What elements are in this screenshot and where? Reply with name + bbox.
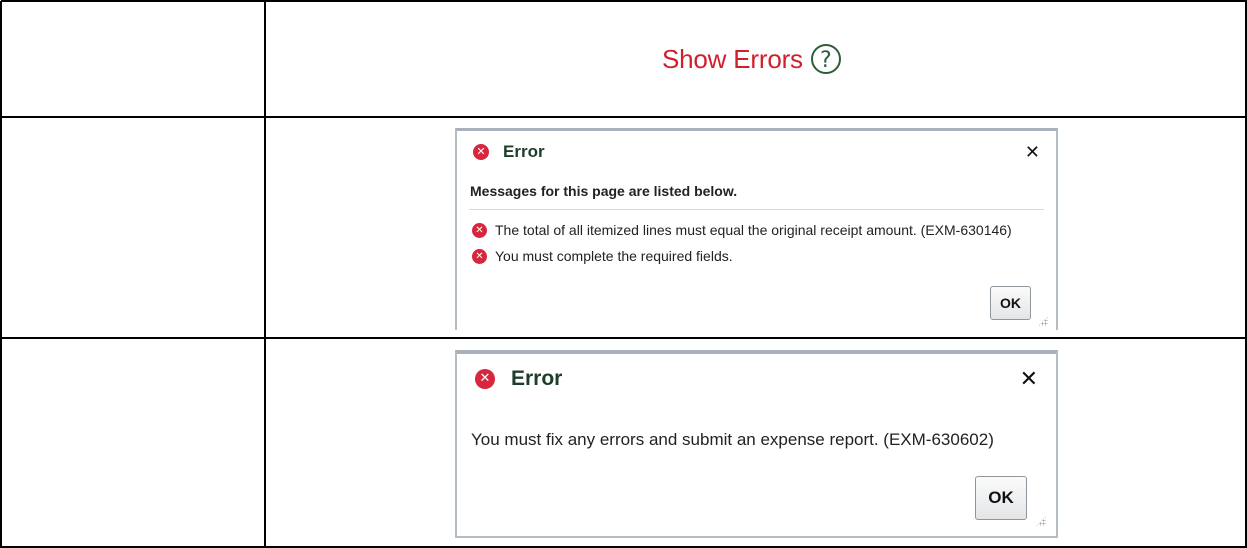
close-icon[interactable]: ✕ — [1020, 367, 1038, 392]
dialog-title-text: Error — [511, 367, 563, 390]
show-errors-link[interactable]: Show Errors ? — [662, 40, 841, 78]
error-icon: ✕ — [472, 222, 487, 238]
table-column-divider — [264, 1, 266, 548]
close-icon[interactable]: ✕ — [1025, 142, 1040, 163]
error-icon: ✕ — [475, 369, 495, 389]
table-row-divider-2 — [1, 337, 1247, 339]
dialog-title: ✕ Error — [473, 142, 545, 162]
dialog-subtitle: Messages for this page are listed below. — [470, 183, 738, 199]
error-icon: ✕ — [473, 144, 489, 160]
error-message-text: You must fix any errors and submit an ex… — [471, 430, 994, 449]
resize-grip-icon[interactable] — [1036, 516, 1046, 526]
ok-button[interactable]: OK — [975, 476, 1027, 520]
error-message-item: ✕ The total of all itemized lines must e… — [472, 222, 1012, 238]
dialog-title-text: Error — [503, 142, 545, 161]
error-message-item: ✕ You must complete the required fields. — [472, 248, 733, 264]
error-icon: ✕ — [472, 248, 487, 264]
show-errors-label: Show Errors — [662, 43, 803, 74]
error-dialog-messages: ✕ Error ✕ Messages for this page are lis… — [455, 128, 1058, 330]
ok-button[interactable]: OK — [990, 286, 1031, 320]
table-row-divider-1 — [1, 116, 1247, 118]
dialog-title: ✕ Error — [475, 367, 562, 391]
error-message-text: The total of all itemized lines must equ… — [495, 222, 1012, 238]
table-border-left — [0, 1, 2, 548]
resize-grip-icon[interactable] — [1038, 316, 1048, 326]
divider — [469, 209, 1044, 210]
help-icon[interactable]: ? — [810, 44, 841, 74]
table-border-top — [1, 0, 1247, 2]
error-dialog-single: ✕ Error ✕ You must fix any errors and su… — [455, 350, 1058, 538]
error-message-text: You must complete the required fields. — [495, 248, 733, 264]
